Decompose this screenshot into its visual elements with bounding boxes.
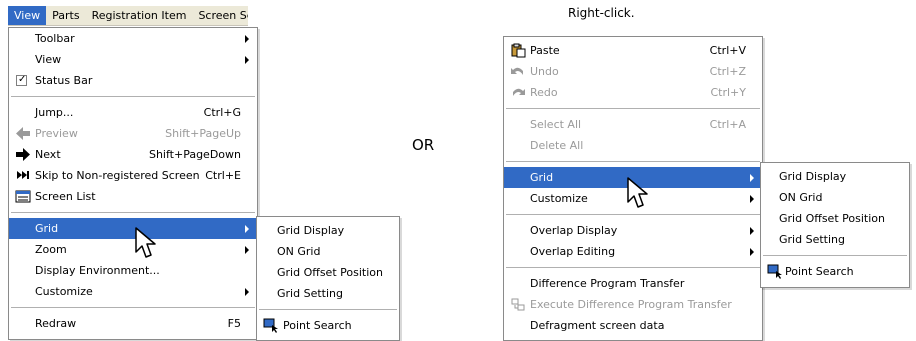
screen-list-icon	[15, 190, 31, 203]
or-label: OR	[412, 136, 435, 154]
submenu-arrow-icon	[750, 227, 754, 235]
submenu-item-grid-offset[interactable]: Grid Offset Position	[257, 262, 399, 283]
right-click-label: Right-click.	[568, 6, 635, 20]
submenu-arrow-icon	[245, 288, 249, 296]
submenu-arrow-icon	[750, 174, 754, 182]
left-arrow-icon	[16, 127, 30, 140]
mouse-cursor-icon	[135, 227, 156, 258]
undo-icon	[511, 67, 523, 75]
menu-separator	[11, 307, 255, 308]
menu-item-skip[interactable]: Skip to Non-registered Screen Ctrl+E	[9, 165, 257, 186]
context-item-delete-all[interactable]: Delete All	[504, 135, 762, 156]
context-item-overlap-display[interactable]: Overlap Display	[504, 220, 762, 241]
execute-transfer-icon	[511, 298, 525, 311]
context-item-execute-difference-transfer[interactable]: Execute Difference Program Transfer	[504, 294, 762, 315]
menu-separator	[11, 96, 255, 97]
context-item-overlap-editing[interactable]: Overlap Editing	[504, 241, 762, 262]
submenu-item-point-search[interactable]: Point Search	[257, 315, 399, 336]
submenu-arrow-icon	[245, 35, 249, 43]
menu-item-display-environment[interactable]: Display Environment...	[9, 260, 257, 281]
submenu-item-point-search[interactable]: Point Search	[761, 261, 909, 282]
context-item-select-all[interactable]: Select All Ctrl+A	[504, 114, 762, 135]
menu-separator	[259, 309, 397, 310]
right-arrow-icon	[16, 148, 30, 161]
paste-icon	[511, 43, 526, 58]
context-item-undo[interactable]: Undo Ctrl+Z	[504, 61, 762, 82]
menubar-registration-item[interactable]: Registration Item	[86, 6, 193, 25]
menu-item-preview[interactable]: Preview Shift+PageUp	[9, 123, 257, 144]
menubar-view[interactable]: View	[8, 6, 47, 25]
grid-submenu-right: Grid Display ON Grid Grid Offset Positio…	[760, 162, 910, 288]
menu-separator	[506, 214, 760, 215]
menubar-parts[interactable]: Parts	[46, 6, 85, 25]
redo-icon	[513, 88, 525, 96]
checkbox-icon: ✓	[16, 74, 27, 86]
submenu-arrow-icon	[245, 225, 249, 233]
context-item-redo[interactable]: Redo Ctrl+Y	[504, 82, 762, 103]
context-item-defragment[interactable]: Defragment screen data	[504, 315, 762, 336]
menu-separator	[11, 212, 255, 213]
menu-separator	[506, 108, 760, 109]
mouse-cursor-icon	[627, 177, 648, 208]
menu-item-jump[interactable]: Jump... Ctrl+G	[9, 102, 257, 123]
submenu-item-grid-offset[interactable]: Grid Offset Position	[761, 208, 909, 229]
point-search-icon	[263, 318, 278, 333]
submenu-item-grid-display[interactable]: Grid Display	[257, 220, 399, 241]
menu-item-grid[interactable]: Grid	[9, 218, 257, 239]
menu-separator	[506, 161, 760, 162]
menu-item-screen-list[interactable]: Screen List	[9, 186, 257, 207]
context-item-paste[interactable]: Paste Ctrl+V	[504, 40, 762, 61]
menu-item-zoom[interactable]: Zoom	[9, 239, 257, 260]
menu-item-status-bar[interactable]: ✓ Status Bar	[9, 70, 257, 91]
menu-separator	[506, 267, 760, 268]
submenu-item-grid-display[interactable]: Grid Display	[761, 166, 909, 187]
submenu-arrow-icon	[750, 195, 754, 203]
submenu-item-on-grid[interactable]: ON Grid	[761, 187, 909, 208]
submenu-arrow-icon	[245, 246, 249, 254]
menu-item-next[interactable]: Next Shift+PageDown	[9, 144, 257, 165]
submenu-item-grid-setting[interactable]: Grid Setting	[257, 283, 399, 304]
menu-item-view[interactable]: View	[9, 49, 257, 70]
context-item-difference-program-transfer[interactable]: Difference Program Transfer	[504, 273, 762, 294]
submenu-item-grid-setting[interactable]: Grid Setting	[761, 229, 909, 250]
menubar-screen[interactable]: Screen Se	[192, 6, 248, 25]
menu-bar: View Parts Registration Item Screen Se	[8, 6, 248, 26]
menu-item-redraw[interactable]: Redraw F5	[9, 313, 257, 334]
submenu-arrow-icon	[245, 56, 249, 64]
skip-icon	[17, 171, 29, 179]
submenu-item-on-grid[interactable]: ON Grid	[257, 241, 399, 262]
point-search-icon	[767, 264, 782, 279]
view-menu: Toolbar View ✓ Status Bar Jump... Ctrl+G …	[8, 27, 258, 340]
menu-item-customize[interactable]: Customize	[9, 281, 257, 302]
submenu-arrow-icon	[750, 248, 754, 256]
grid-submenu-left: Grid Display ON Grid Grid Offset Positio…	[256, 216, 400, 341]
menu-separator	[763, 255, 907, 256]
menu-item-toolbar[interactable]: Toolbar	[9, 28, 257, 49]
